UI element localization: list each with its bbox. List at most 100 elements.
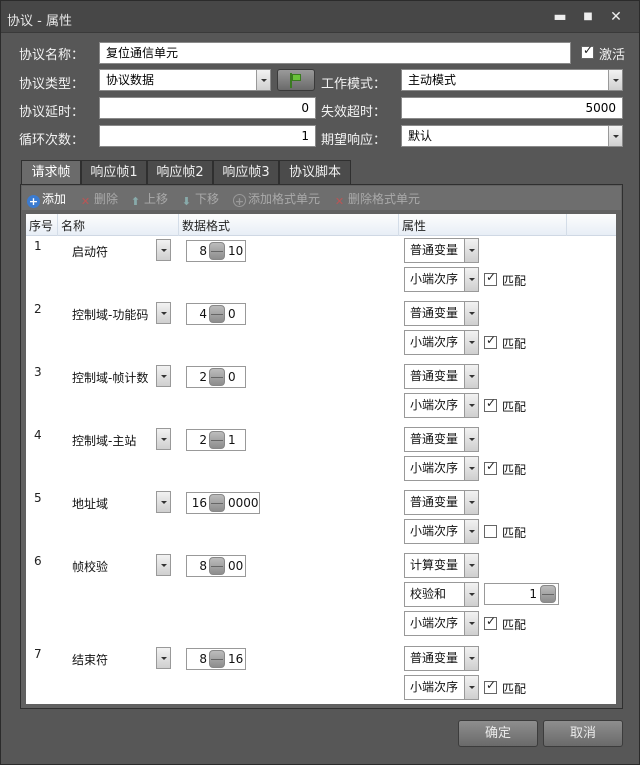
data-format-field[interactable]: 16 0000	[186, 492, 260, 514]
delete-format-unit-button[interactable]: ✕ 删除格式单元	[333, 190, 420, 208]
cancel-button[interactable]: 取消	[543, 720, 623, 747]
variable-type-value: 计算变量	[410, 558, 459, 572]
work-mode-value: 主动模式	[408, 73, 457, 87]
row-name-dropdown[interactable]	[156, 239, 171, 261]
chevron-down-icon	[464, 676, 478, 699]
match-checkbox[interactable]	[484, 614, 497, 630]
byte-order-select[interactable]: 小端次序	[404, 456, 479, 481]
tab-script[interactable]: 协议脚本	[279, 160, 351, 185]
tab-request[interactable]: 请求帧	[21, 160, 81, 185]
move-up-button[interactable]: ⬆ 上移	[129, 190, 168, 208]
expect-response-value: 默认	[408, 129, 433, 143]
maximize-icon[interactable]: ■	[577, 7, 599, 27]
timeout-input[interactable]: 5000	[401, 97, 623, 119]
match-checkbox[interactable]	[484, 678, 497, 694]
byte-order-select[interactable]: 小端次序	[404, 393, 479, 418]
spinner-icon[interactable]	[209, 305, 225, 323]
calc-value-field[interactable]: 1	[484, 583, 559, 605]
ok-button[interactable]: 确定	[458, 720, 538, 747]
delay-input[interactable]: 0	[99, 97, 316, 119]
data-format-field[interactable]: 8 16	[186, 648, 246, 670]
spinner-icon[interactable]	[209, 494, 225, 512]
row-name-dropdown[interactable]	[156, 491, 171, 513]
variable-type-value: 普通变量	[410, 495, 459, 509]
format-value: 16	[228, 652, 244, 666]
chevron-down-icon	[157, 366, 170, 386]
chevron-down-icon	[464, 491, 478, 514]
match-checkbox[interactable]	[484, 459, 497, 475]
minimize-icon[interactable]: ▬	[549, 7, 571, 27]
byte-order-select[interactable]: 小端次序	[404, 330, 479, 355]
delete-format-label: 删除格式单元	[348, 192, 421, 206]
delete-icon: ✕	[80, 195, 91, 208]
match-label: 匹配	[502, 618, 527, 632]
spinner-icon[interactable]	[209, 431, 225, 449]
spinner-icon[interactable]	[209, 368, 225, 386]
protocol-properties-dialog: 协议 - 属性 ▬ ■ ✕ 协议名称： 复位通信单元 激活 协议类型： 协议数据…	[0, 0, 640, 765]
tab-response-2[interactable]: 响应帧2	[147, 160, 213, 185]
work-mode-select[interactable]: 主动模式	[401, 69, 623, 91]
spinner-icon[interactable]	[540, 585, 556, 603]
data-format-field[interactable]: 20	[186, 366, 246, 388]
variable-type-select[interactable]: 普通变量	[404, 427, 479, 452]
delete-button[interactable]: ✕ 删除	[79, 190, 118, 208]
expect-response-select[interactable]: 默认	[401, 125, 623, 147]
chevron-down-icon	[157, 240, 170, 260]
row-seq: 6	[34, 554, 42, 568]
variable-type-select[interactable]: 普通变量	[404, 301, 479, 326]
move-down-button[interactable]: ⬇ 下移	[180, 190, 219, 208]
variable-type-select[interactable]: 计算变量	[404, 553, 479, 578]
tab-response-3[interactable]: 响应帧3	[213, 160, 279, 185]
flag-button[interactable]	[277, 69, 315, 91]
data-format-field[interactable]: 21	[186, 429, 246, 451]
loop-input[interactable]: 1	[99, 125, 316, 147]
protocol-name-input[interactable]: 复位通信单元	[99, 42, 571, 64]
spinner-icon[interactable]	[209, 242, 225, 260]
row-name-dropdown[interactable]	[156, 302, 171, 324]
variable-type-value: 普通变量	[410, 369, 459, 383]
format-value: 0	[228, 307, 236, 321]
match-checkbox[interactable]	[484, 396, 497, 412]
match-checkbox[interactable]	[484, 270, 497, 286]
chevron-down-icon	[608, 70, 622, 90]
row-name-dropdown[interactable]	[156, 428, 171, 450]
variable-type-select[interactable]: 普通变量	[404, 490, 479, 515]
spinner-icon[interactable]	[209, 557, 225, 575]
protocol-type-select[interactable]: 协议数据	[99, 69, 271, 91]
header-seq: 序号	[29, 219, 54, 233]
activate-checkbox[interactable]	[581, 43, 594, 59]
calc-method-select[interactable]: 校验和	[404, 582, 479, 607]
variable-type-select[interactable]: 普通变量	[404, 646, 479, 671]
tab-response-1[interactable]: 响应帧1	[81, 160, 147, 185]
chevron-down-icon	[464, 239, 478, 262]
byte-order-select[interactable]: 小端次序	[404, 675, 479, 700]
byte-order-value: 小端次序	[410, 524, 459, 538]
format-bits: 4	[199, 307, 207, 321]
byte-order-select[interactable]: 小端次序	[404, 611, 479, 636]
chevron-down-icon	[157, 303, 170, 323]
close-icon[interactable]: ✕	[605, 7, 627, 27]
variable-type-select[interactable]: 普通变量	[404, 238, 479, 263]
match-checkbox[interactable]	[484, 525, 497, 538]
byte-order-value: 小端次序	[410, 461, 459, 475]
byte-order-select[interactable]: 小端次序	[404, 267, 479, 292]
variable-type-value: 普通变量	[410, 651, 459, 665]
add-format-unit-button[interactable]: + 添加格式单元	[233, 190, 320, 208]
expect-label: 期望响应：	[321, 133, 387, 148]
byte-order-select[interactable]: 小端次序	[404, 519, 479, 544]
row-name-dropdown[interactable]	[156, 554, 171, 576]
data-format-field[interactable]: 40	[186, 303, 246, 325]
row-seq: 1	[34, 239, 42, 253]
match-label: 匹配	[502, 400, 527, 414]
data-format-field[interactable]: 8 00	[186, 555, 246, 577]
spinner-icon[interactable]	[209, 650, 225, 668]
format-bits: 2	[199, 370, 207, 384]
name-label: 协议名称：	[19, 48, 85, 63]
add-icon: +	[27, 195, 40, 208]
add-button[interactable]: + 添加	[27, 190, 66, 208]
data-format-field[interactable]: 8 10	[186, 240, 246, 262]
match-checkbox[interactable]	[484, 333, 497, 349]
row-name-dropdown[interactable]	[156, 647, 171, 669]
row-name-dropdown[interactable]	[156, 365, 171, 387]
variable-type-select[interactable]: 普通变量	[404, 364, 479, 389]
